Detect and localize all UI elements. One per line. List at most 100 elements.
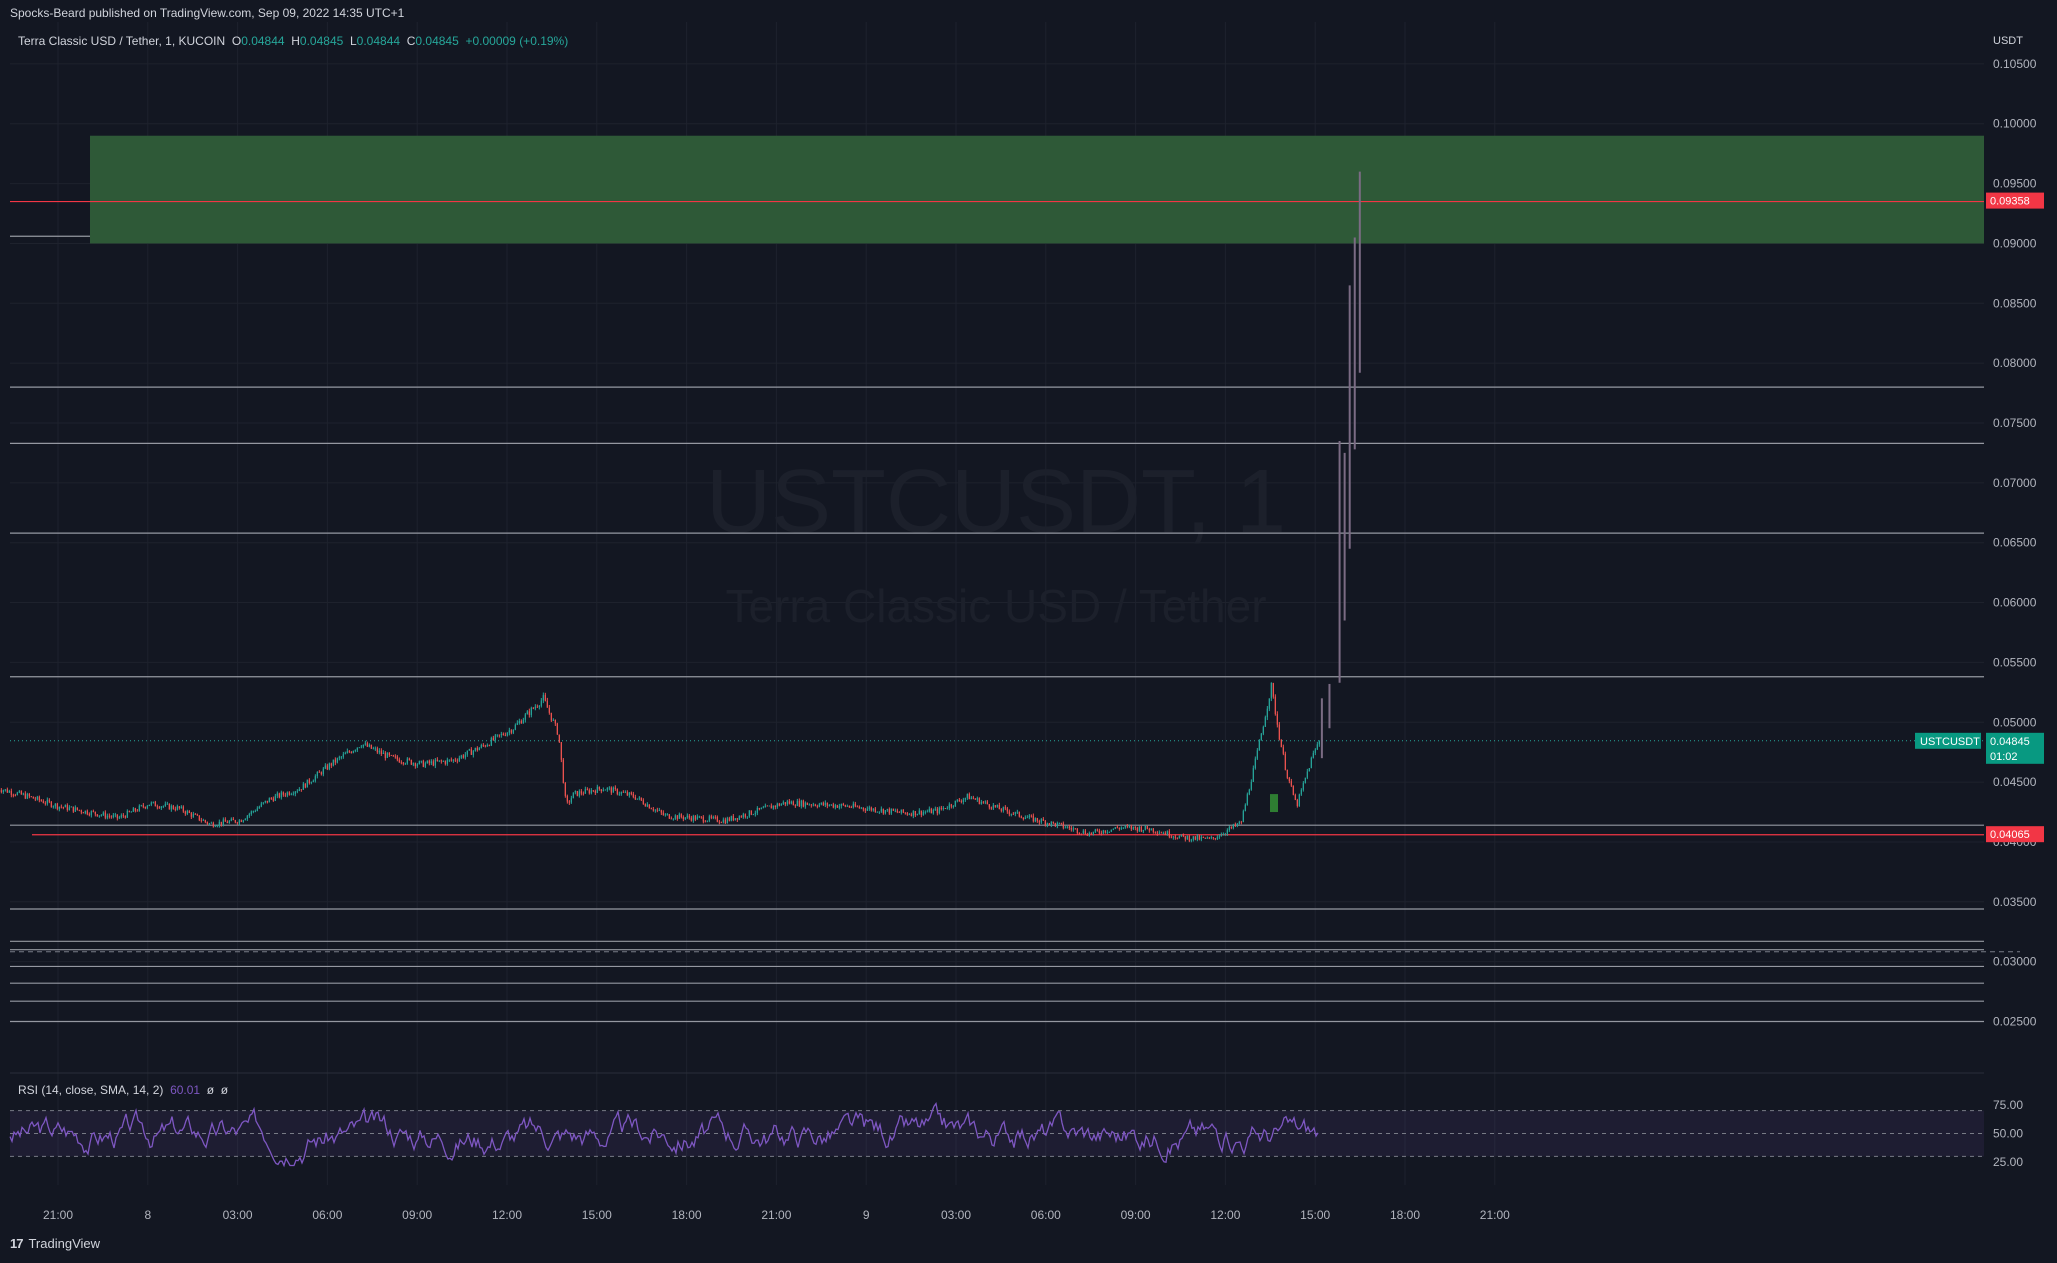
- candle-body: [678, 814, 680, 819]
- candle-body: [842, 803, 844, 805]
- candle-body: [804, 802, 806, 807]
- candle-body: [38, 796, 40, 801]
- candle-body: [60, 806, 62, 808]
- candle-body: [84, 810, 86, 814]
- candle-body: [988, 804, 990, 808]
- candle-body: [1180, 834, 1182, 837]
- candle-body: [56, 803, 58, 809]
- candle-body: [326, 765, 328, 770]
- candle-body: [996, 804, 998, 807]
- candle-body: [1262, 726, 1264, 734]
- candle-body: [476, 747, 478, 751]
- close-value: 0.04845: [415, 34, 459, 48]
- high-value: 0.04845: [299, 34, 344, 48]
- candle-body: [82, 812, 84, 814]
- rsi-extra-1: ø: [206, 1083, 215, 1097]
- candle-body: [1282, 747, 1284, 754]
- price-chart[interactable]: USTCUSDT, 1 Terra Classic USD / Tether U…: [0, 0, 2057, 1263]
- candle-body: [522, 719, 524, 724]
- candle-body: [74, 807, 76, 812]
- candle-body: [514, 724, 516, 730]
- candle-body: [188, 811, 190, 813]
- candle-body: [1172, 836, 1174, 838]
- candle-body: [886, 808, 888, 811]
- candle-body: [370, 744, 372, 749]
- candle-body: [670, 818, 672, 820]
- candle-highlight: [1270, 794, 1278, 813]
- candle-body: [540, 700, 542, 706]
- price-tick-label: 0.05500: [1993, 655, 2037, 669]
- footer-brand[interactable]: 17 TradingView: [10, 1236, 100, 1251]
- candle-body: [1126, 825, 1128, 827]
- candle-body: [604, 789, 606, 791]
- candle-body: [86, 810, 88, 815]
- candle-body: [366, 743, 368, 747]
- candle-body: [696, 816, 698, 820]
- candle-body: [1208, 837, 1210, 839]
- candle-body: [1252, 768, 1254, 782]
- candle-body: [1308, 768, 1310, 772]
- candle-body: [128, 810, 130, 812]
- candle-body: [208, 823, 210, 825]
- candle-body: [272, 798, 274, 801]
- candle-body: [730, 816, 732, 821]
- candle-body: [1314, 749, 1316, 753]
- upper-level-tag: 0.09358: [1990, 196, 2030, 208]
- candle-body: [630, 792, 632, 794]
- price-tick-label: 0.03500: [1993, 895, 2037, 909]
- rsi-tick-label: 75.00: [1993, 1098, 2023, 1112]
- candle-body: [1042, 819, 1044, 821]
- candle-body: [1266, 708, 1268, 718]
- price-axis[interactable]: USDT 0.10500 0.10000 0.09500 0.09000 0.08500 0…: [1993, 35, 2037, 1029]
- time-tick-label: 15:00: [1300, 1208, 1330, 1222]
- candle-body: [478, 747, 480, 751]
- candle-body: [914, 811, 916, 816]
- candle-body: [548, 707, 550, 713]
- candle-body: [1124, 825, 1126, 828]
- candle-body: [1192, 836, 1194, 840]
- candle-body: [1228, 827, 1230, 831]
- candle-body: [626, 792, 628, 796]
- candle-body: [1022, 817, 1024, 819]
- candle-body: [358, 747, 360, 749]
- candle-body: [274, 795, 276, 801]
- candle-body: [284, 794, 286, 796]
- candle-body: [404, 763, 406, 765]
- candle-body: [126, 810, 128, 818]
- candle-body: [1240, 821, 1242, 823]
- candle-body: [500, 733, 502, 736]
- candle-body: [1182, 834, 1184, 837]
- candle-body: [1108, 831, 1110, 833]
- candle-body: [100, 814, 102, 816]
- rsi-tick-label: 25.00: [1993, 1155, 2023, 1169]
- target-zone[interactable]: [90, 135, 1984, 244]
- candle-body: [364, 743, 366, 745]
- candle-body: [76, 807, 78, 810]
- rsi-legend[interactable]: RSI (14, close, SMA, 14, 2) 60.01 ø ø: [18, 1083, 228, 1097]
- candle-body: [180, 806, 182, 808]
- candle-body: [716, 817, 718, 822]
- candle-body: [1250, 781, 1252, 790]
- candle-body: [212, 822, 214, 827]
- candle-body: [1294, 794, 1296, 800]
- candle-body: [776, 803, 778, 808]
- candle-body: [344, 753, 346, 755]
- candle-body: [98, 815, 100, 817]
- rsi-label: RSI (14, close, SMA, 14, 2): [18, 1083, 164, 1097]
- candle-body: [640, 797, 642, 801]
- candle-body: [1068, 826, 1070, 829]
- candle-body: [644, 804, 646, 807]
- price-tick-label: 0.03000: [1993, 955, 2037, 969]
- time-axis[interactable]: 21:00 8 03:00 06:00 09:00 12:00 15:00 18:00 21:0…: [43, 1208, 1510, 1222]
- candle-body: [244, 818, 246, 821]
- candle-body: [304, 783, 306, 788]
- rsi-pane[interactable]: 75.00 50.00 25.00: [9, 1098, 2023, 1169]
- candle-body: [586, 789, 588, 790]
- candle-body: [210, 822, 212, 824]
- candle-body: [902, 809, 904, 813]
- candle-body: [1010, 813, 1012, 815]
- candle-body: [1040, 819, 1042, 823]
- candle-body: [766, 805, 768, 807]
- candle-body: [562, 759, 564, 783]
- symbol-legend[interactable]: Terra Classic USD / Tether, 1, KUCOIN O0…: [18, 34, 568, 48]
